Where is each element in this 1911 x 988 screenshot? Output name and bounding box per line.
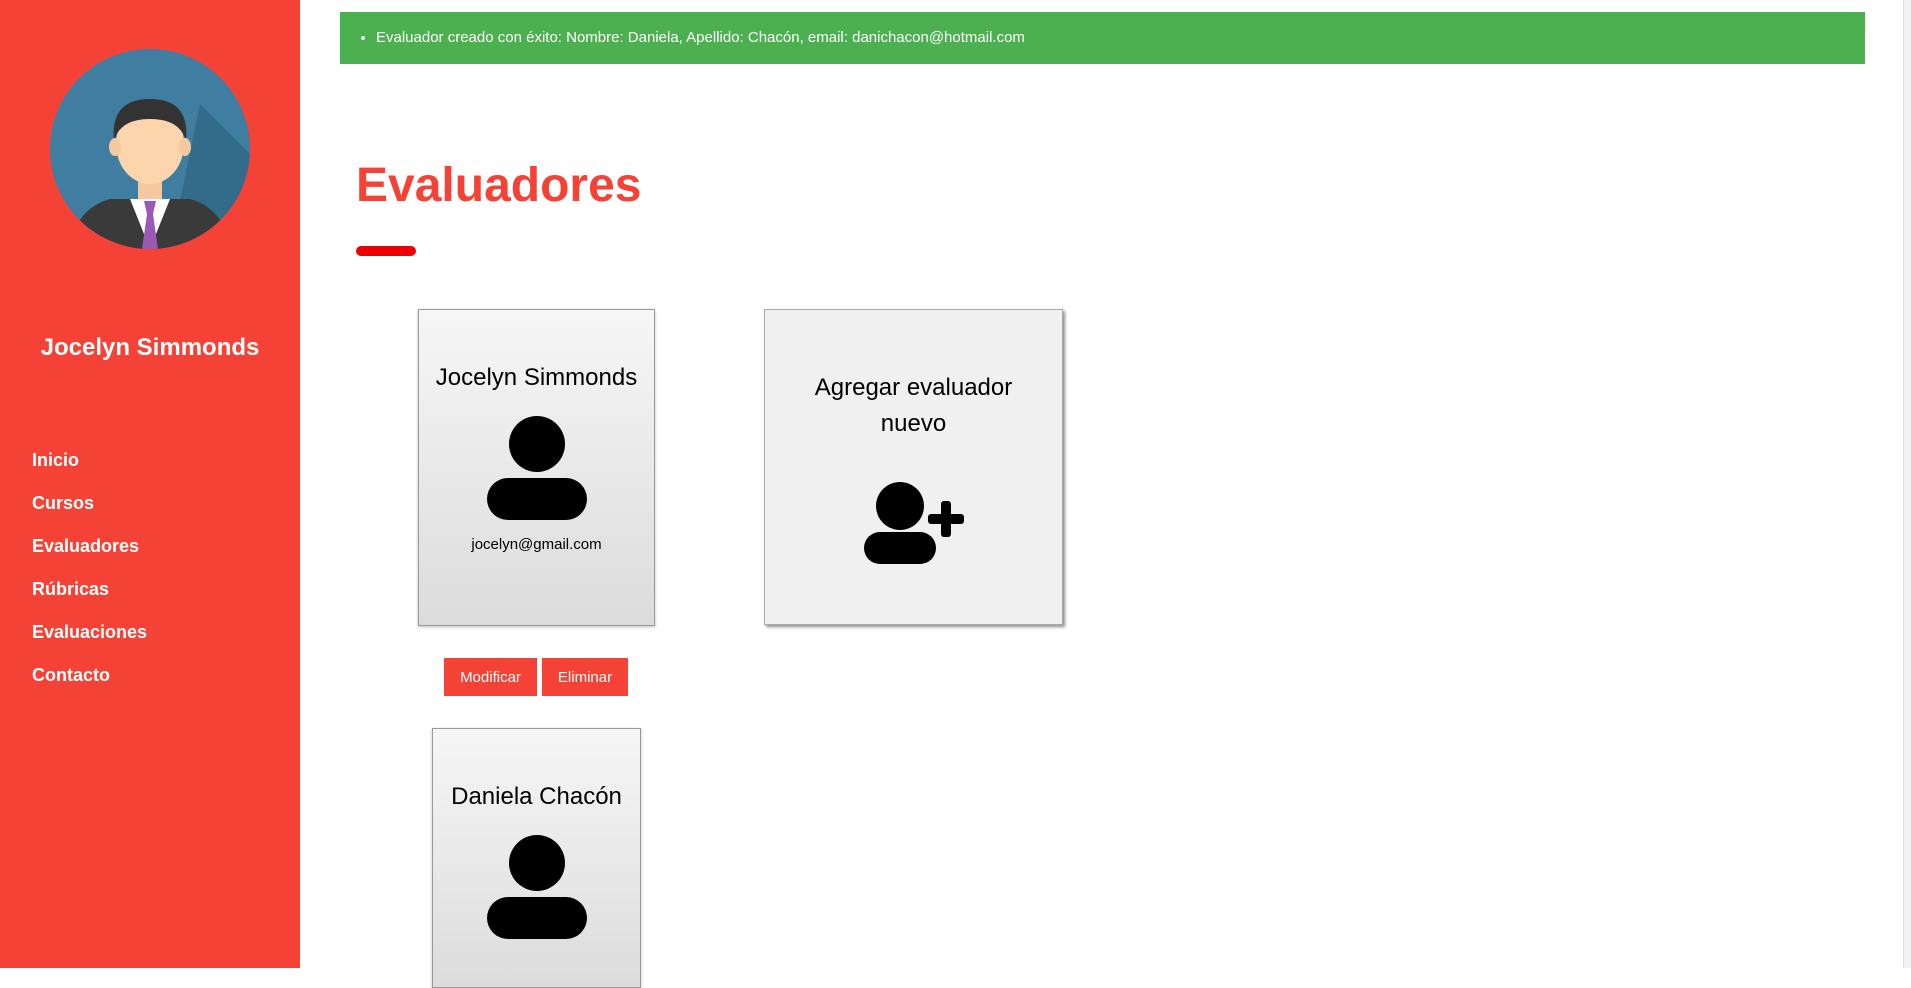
add-evaluator-card[interactable]: Agregar evaluador nuevo bbox=[764, 309, 1063, 625]
nav-item-inicio[interactable]: Inicio bbox=[32, 450, 79, 470]
title-underline bbox=[356, 246, 416, 256]
evaluator-name: Daniela Chacón bbox=[451, 783, 622, 810]
success-alert: Evaluador creado con éxito: Nombre: Dani… bbox=[340, 12, 1865, 64]
sidebar: Jocelyn Simmonds Inicio Cursos Evaluador… bbox=[0, 0, 300, 968]
page-title: Evaluadores bbox=[356, 159, 642, 212]
add-evaluator-label: Agregar evaluador nuevo bbox=[814, 374, 1013, 437]
user-avatar-icon bbox=[50, 49, 250, 249]
scrollbar[interactable] bbox=[1903, 0, 1911, 968]
user-name: Jocelyn Simmonds bbox=[40, 334, 260, 361]
evaluator-card: Daniela Chacón bbox=[432, 728, 641, 988]
nav-item-evaluadores[interactable]: Evaluadores bbox=[32, 536, 139, 556]
nav-item-rubricas[interactable]: Rúbricas bbox=[32, 579, 109, 599]
sidebar-nav: Inicio Cursos Evaluadores Rúbricas Evalu… bbox=[32, 450, 147, 708]
alert-message: Evaluador creado con éxito: Nombre: Dani… bbox=[376, 12, 1865, 64]
modify-button[interactable]: Modificar bbox=[444, 658, 537, 696]
nav-item-contacto[interactable]: Contacto bbox=[32, 665, 110, 685]
delete-button[interactable]: Eliminar bbox=[542, 658, 628, 696]
evaluator-card: Jocelyn Simmonds jocelyn@gmail.com bbox=[418, 309, 655, 626]
nav-item-cursos[interactable]: Cursos bbox=[32, 493, 94, 513]
person-icon bbox=[486, 835, 587, 939]
add-user-icon bbox=[863, 482, 964, 564]
avatar bbox=[50, 49, 250, 249]
evaluator-name: Jocelyn Simmonds bbox=[435, 364, 638, 391]
evaluator-email: jocelyn@gmail.com bbox=[471, 536, 602, 553]
person-icon bbox=[486, 416, 587, 520]
nav-item-evaluaciones[interactable]: Evaluaciones bbox=[32, 622, 147, 642]
